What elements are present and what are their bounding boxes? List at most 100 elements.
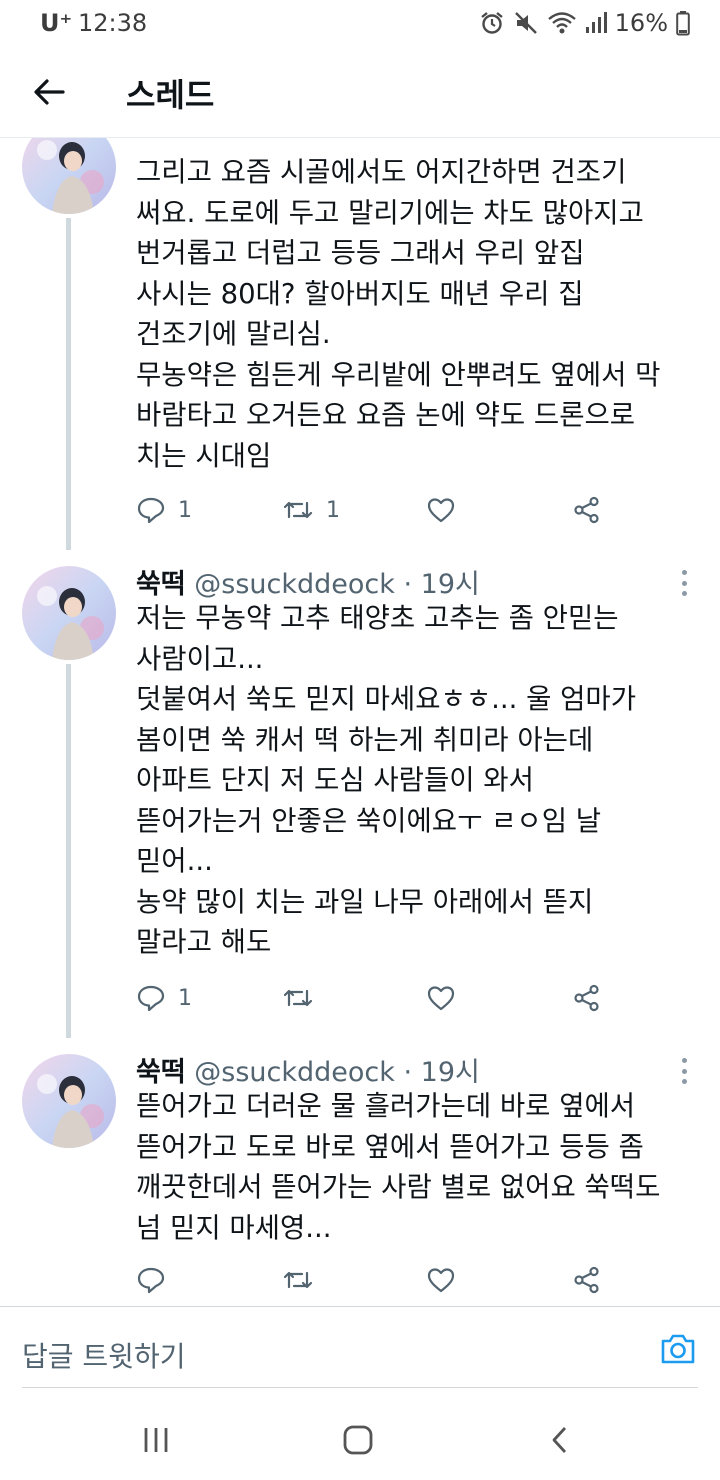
tweet-text: 뜯어가고 더러운 물 흘러가는데 바로 옆에서 뜯어가고 도로 바로 옆에서 뜯… — [136, 1086, 706, 1248]
battery-icon — [676, 11, 690, 36]
reply-icon — [137, 985, 165, 1012]
tweet-text: 저는 무농약 고추 태양초 고추는 좀 안믿는 사람이고... 덧붙여서 쑥도 … — [136, 598, 706, 963]
tweet[interactable]: 쑥떡 @ssuckddeock · 19시 뜯어가고 더러운 물 흘러가는데 바… — [0, 1038, 720, 1306]
tweet-line: 아파트 단지 저 도심 사람들이 와서 — [136, 764, 534, 796]
retweet-icon — [283, 1271, 313, 1289]
retweet-count: 1 — [326, 497, 340, 523]
share-icon — [574, 496, 599, 524]
tweet-line: 말라고 해도 — [136, 926, 272, 958]
tweet-text: 그리고 요즘 시골에서도 어지간하면 건조기 써요. 도로에 두고 말리기에는 … — [136, 152, 706, 476]
heart-icon — [427, 498, 455, 523]
reply-composer: 답글 트윗하기 — [0, 1306, 720, 1398]
wifi-icon — [547, 12, 576, 34]
share-icon — [574, 1266, 599, 1294]
more-options-button[interactable] — [674, 566, 694, 600]
tweet-line: 봄이면 쑥 캐서 떡 하는게 취미라 아는데 — [136, 723, 594, 756]
thread-connector-line — [66, 664, 71, 1038]
author-name[interactable]: 쑥떡 — [136, 569, 186, 600]
dot — [681, 1068, 687, 1074]
tweet-line: 사시는 80대? 할아버지도 매년 우리 집 — [136, 277, 584, 310]
home-icon — [343, 1425, 373, 1455]
share-button[interactable] — [572, 490, 602, 530]
tweet-line: 사람이고... — [136, 642, 264, 675]
status-bar: U⁺ 12:38 16% — [0, 0, 720, 46]
battery-percent: 16% — [614, 9, 668, 37]
app-header: 스레드 — [0, 46, 720, 138]
like-button[interactable] — [426, 1260, 456, 1300]
retweet-button[interactable] — [282, 978, 326, 1018]
signal-icon — [585, 12, 607, 33]
tweet[interactable]: 그리고 요즘 시골에서도 어지간하면 건조기 써요. 도로에 두고 말리기에는 … — [0, 138, 720, 550]
share-icon — [574, 984, 599, 1012]
back-button[interactable] — [24, 72, 74, 112]
reply-button[interactable]: 1 — [136, 490, 192, 530]
tweet-actions — [136, 1260, 616, 1300]
tweet-line: 그리고 요즘 시골에서도 어지간하면 건조기 — [136, 156, 627, 188]
divider — [22, 1387, 698, 1388]
arrow-left-icon — [34, 79, 65, 105]
reply-count: 1 — [178, 985, 192, 1011]
home-button[interactable] — [338, 1420, 378, 1460]
retweet-icon — [283, 989, 313, 1007]
author-handle[interactable]: @ssuckddeock — [194, 1057, 395, 1088]
tweet-line: 뜯어가는거 안좋은 쑥이에요ㅜ ㄹㅇ임 날 — [136, 804, 602, 837]
reply-button[interactable] — [136, 1260, 178, 1300]
reply-input[interactable]: 답글 트윗하기 — [22, 1335, 185, 1375]
tweet-time[interactable]: · 19시 — [404, 569, 480, 600]
tweet-line: 농약 많이 치는 과일 나무 아래에서 뜯지 — [136, 885, 594, 918]
reply-count: 1 — [178, 497, 192, 523]
avatar[interactable] — [22, 566, 116, 660]
tweet-line: 저는 무농약 고추 태양초 고추는 좀 안믿는 — [136, 602, 619, 634]
retweet-button[interactable]: 1 — [282, 490, 340, 530]
back-icon — [552, 1427, 567, 1453]
tweet-line: 치는 시대임 — [136, 439, 272, 472]
tweet-actions: 1 1 — [136, 490, 616, 530]
share-button[interactable] — [572, 1260, 602, 1300]
tweet-line: 넘 믿지 마세영... — [136, 1211, 332, 1244]
tweet-actions: 1 — [136, 978, 616, 1018]
dot — [681, 1058, 687, 1063]
tweet-line: 무농약은 힘든게 우리밭에 안뿌려도 옆에서 막 — [136, 358, 661, 391]
tweet-line: 믿어... — [136, 845, 213, 877]
retweet-icon — [283, 501, 313, 519]
tweet-line: 덧붙여서 쑥도 믿지 마세요ㅎㅎ... 울 엄마가 — [136, 683, 637, 715]
tweet-line: 뜯어가고 더러운 물 흘러가는데 바로 옆에서 — [136, 1090, 636, 1122]
share-button[interactable] — [572, 978, 602, 1018]
thread-connector-line — [66, 218, 71, 550]
recent-apps-button[interactable] — [136, 1420, 176, 1460]
tweet-line: 뜯어가고 도로 바로 옆에서 뜯어가고 등등 좀 — [136, 1130, 644, 1163]
tweet-time[interactable]: · 19시 — [404, 1057, 480, 1088]
like-button[interactable] — [426, 978, 456, 1018]
dot — [681, 580, 687, 586]
reply-button[interactable]: 1 — [136, 978, 192, 1018]
system-nav-bar — [0, 1398, 720, 1480]
tweet-line: 바람타고 오거든요 요즘 논에 약도 드론으로 — [136, 399, 636, 431]
recent-apps-icon — [144, 1428, 168, 1452]
system-back-button[interactable] — [540, 1420, 580, 1460]
camera-icon — [661, 1334, 695, 1364]
heart-icon — [427, 1268, 455, 1293]
status-icons: 16% — [479, 8, 690, 38]
more-options-button[interactable] — [674, 1054, 694, 1088]
avatar[interactable] — [22, 138, 116, 214]
dot — [681, 570, 687, 575]
author-name[interactable]: 쑥떡 — [136, 1057, 186, 1088]
dot — [681, 1079, 687, 1084]
carrier-label: U⁺ — [40, 9, 73, 37]
camera-button[interactable] — [658, 1329, 698, 1369]
author-handle[interactable]: @ssuckddeock — [194, 569, 395, 600]
tweet-line: 번거롭고 더럽고 등등 그래서 우리 앞집 — [136, 237, 585, 269]
thread-list[interactable]: 그리고 요즘 시골에서도 어지간하면 건조기 써요. 도로에 두고 말리기에는 … — [0, 138, 720, 1306]
page-title: 스레드 — [126, 76, 215, 114]
avatar[interactable] — [22, 1054, 116, 1148]
clock: 12:38 — [78, 9, 148, 37]
reply-icon — [137, 1267, 165, 1294]
tweet-line: 써요. 도로에 두고 말리기에는 차도 많아지고 — [136, 196, 644, 229]
tweet[interactable]: 쑥떡 @ssuckddeock · 19시 저는 무농약 고추 태양초 고추는 … — [0, 550, 720, 1038]
retweet-button[interactable] — [282, 1260, 326, 1300]
like-button[interactable] — [426, 490, 456, 530]
mute-icon — [514, 12, 537, 34]
alarm-icon — [480, 12, 503, 34]
tweet-header: 쑥떡 @ssuckddeock · 19시 — [136, 1050, 480, 1089]
tweet-line: 깨끗한데서 뜯어가는 사람 별로 없어요 쑥떡도 — [136, 1171, 661, 1203]
